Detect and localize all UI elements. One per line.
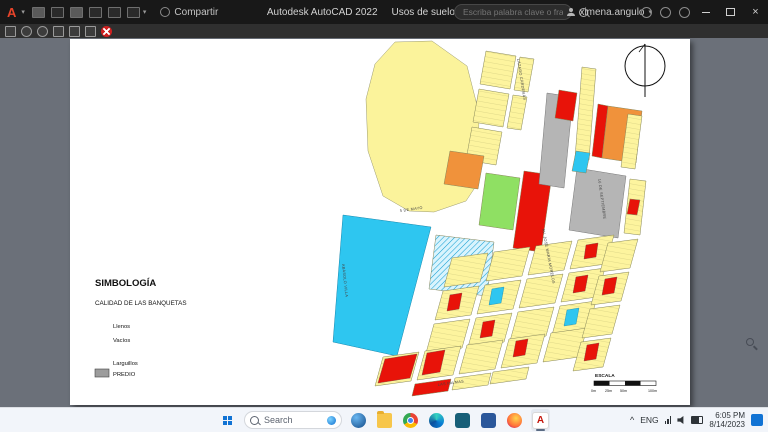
chrome-icon (403, 412, 418, 428)
legend: SIMBOLOGÍA CALIDAD DE LAS BANQUETAS Llen… (94, 278, 187, 378)
new-file-icon[interactable] (31, 6, 45, 18)
share-button[interactable]: Compartir (160, 7, 218, 18)
firefox-icon (507, 412, 522, 428)
time: 6:05 PM (715, 410, 745, 420)
taskbar-app-word[interactable] (479, 409, 498, 431)
layers-icon[interactable] (53, 25, 64, 37)
legend-item: Llenos (113, 324, 130, 330)
scale-tick: 25m (605, 389, 612, 393)
close-icon: × (752, 6, 759, 18)
taskbar-app-firefox[interactable] (505, 409, 524, 431)
minimize-button[interactable] (693, 0, 718, 24)
title-bar: A ▾ ▾ Compartir Autodesk AutoCAD 2022 Us… (0, 0, 768, 24)
taskbar-search-label: Search (264, 415, 293, 425)
taskbar-app-teams[interactable] (453, 409, 472, 431)
start-button[interactable] (218, 409, 237, 431)
taskbar-app-edge[interactable] (427, 409, 446, 431)
layout-paper[interactable]: LÁZARO CÁRDENAS 5 DE MAYO AV. JOSÉ MARÍA… (70, 39, 690, 405)
autocad-logo-icon[interactable]: A (0, 5, 21, 20)
notification-center-icon[interactable] (751, 414, 763, 426)
taskbar-app-chrome[interactable] (401, 409, 420, 431)
pan-icon[interactable] (21, 25, 32, 37)
taskbar-app-widgets[interactable] (349, 409, 368, 431)
redo-icon[interactable] (126, 6, 140, 18)
close-button[interactable]: × (743, 0, 768, 24)
view-toolbar (0, 24, 768, 38)
maximize-button[interactable] (718, 0, 743, 24)
close-view-icon[interactable] (101, 25, 112, 37)
folder-icon (377, 410, 392, 428)
legend-item-predio: PREDIO (113, 372, 136, 378)
scale-label: ESCALA (595, 373, 615, 379)
network-icon[interactable] (664, 416, 672, 424)
word-icon (481, 412, 496, 428)
notifications-icon[interactable] (660, 6, 671, 18)
taskbar-app-file-explorer[interactable] (375, 409, 394, 431)
workspace-icon[interactable] (5, 25, 16, 37)
green-block (478, 172, 521, 231)
scale-tick: 50m (620, 389, 627, 393)
window-title: Autodesk AutoCAD 2022 Usos de suelo.dwg (267, 7, 476, 18)
app-menu-caret-icon[interactable]: ▾ (21, 8, 25, 16)
windows-taskbar: Search A ^ ENG 6:05 PM 8/14/2023 (0, 407, 768, 432)
taskbar-search[interactable]: Search (244, 411, 342, 429)
help-search-box[interactable] (454, 4, 572, 20)
share-label: Compartir (174, 6, 219, 18)
qat-dropdown-icon[interactable]: ▾ (143, 8, 147, 16)
save-icon[interactable] (69, 6, 83, 18)
measure-icon[interactable] (85, 25, 96, 37)
legend-item: Vacíos (113, 338, 130, 344)
legend-item: Larguillos (113, 361, 138, 367)
scale-tick: 0m (591, 389, 596, 393)
edge-icon (429, 412, 444, 428)
zoom-icon[interactable] (37, 25, 48, 37)
undo-icon[interactable] (107, 6, 121, 18)
clock[interactable]: 6:05 PM 8/14/2023 (709, 411, 745, 429)
maximize-icon (726, 8, 735, 16)
taskbar-app-autocad[interactable]: A (531, 409, 550, 431)
widgets-icon (351, 412, 366, 428)
grid-icon[interactable] (69, 25, 80, 37)
help-icon[interactable] (679, 6, 690, 18)
share-icon (160, 7, 171, 17)
chevron-up-icon[interactable]: ^ (630, 415, 634, 425)
help-search-input[interactable] (461, 6, 565, 18)
volume-icon[interactable] (677, 416, 684, 424)
open-file-icon[interactable] (50, 6, 64, 18)
print-icon[interactable] (88, 6, 102, 18)
date: 8/14/2023 (709, 420, 745, 429)
parcel-blocks[interactable] (332, 40, 647, 397)
legend-subtitle: CALIDAD DE LAS BANQUETAS (95, 300, 187, 307)
autocad-icon: A (532, 411, 549, 429)
minimize-icon (701, 11, 710, 13)
predio-swatch (94, 368, 110, 378)
user-name: ximena.angulo (579, 6, 645, 18)
model-canvas[interactable]: LÁZARO CÁRDENAS 5 DE MAYO AV. JOSÉ MARÍA… (0, 38, 768, 408)
user-icon (567, 8, 576, 16)
teams-icon (455, 412, 470, 428)
scale-bar: ESCALA 0m 25m 50m 100m (591, 373, 657, 393)
search-icon (250, 415, 259, 425)
windows-logo-icon (223, 415, 232, 425)
search-assistant-icon (327, 415, 336, 425)
app-title: Autodesk AutoCAD 2022 (266, 6, 378, 18)
orange-block (443, 150, 485, 190)
legend-title: SIMBOLOGÍA (95, 278, 156, 289)
zoom-cursor-icon (746, 338, 756, 348)
scale-tick: 100m (648, 389, 657, 393)
drawing-canvas[interactable]: LÁZARO CÁRDENAS 5 DE MAYO AV. JOSÉ MARÍA… (70, 39, 690, 405)
north-arrow[interactable] (624, 43, 666, 97)
language-indicator[interactable]: ENG (640, 415, 658, 425)
system-tray: ^ ENG 6:05 PM 8/14/2023 (630, 408, 763, 432)
app-store-icon[interactable] (641, 6, 652, 18)
battery-icon[interactable] (691, 416, 704, 424)
